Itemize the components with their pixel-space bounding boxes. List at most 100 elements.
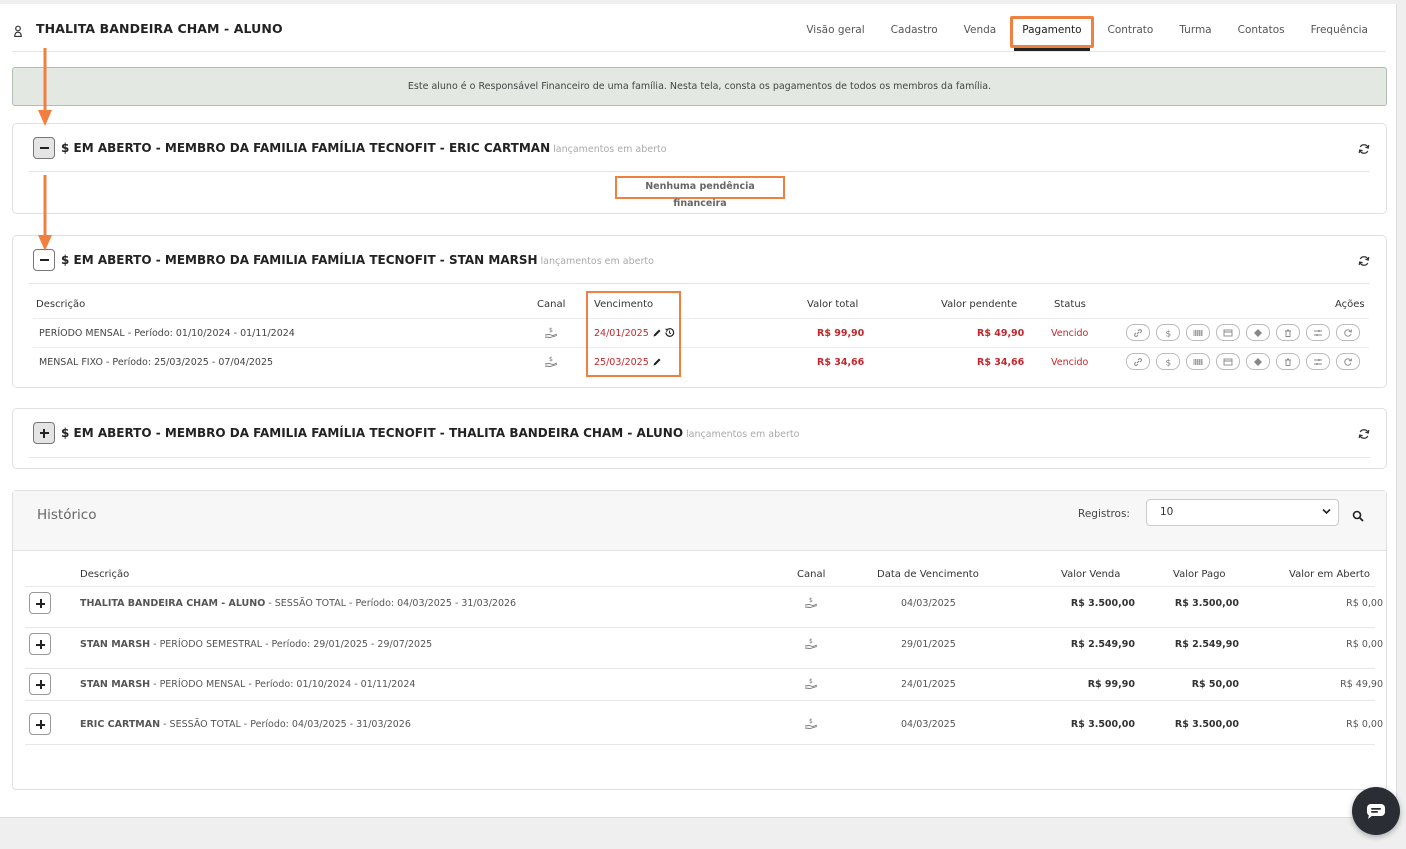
adjust-button[interactable]: [1306, 324, 1330, 341]
table-row: ERIC CARTMAN - SESSÃO TOTAL - Período: 0…: [25, 700, 1383, 745]
hand-money-icon: $: [804, 678, 818, 689]
tab-bar: Visão geral Cadastro Venda Pagamento Con…: [788, 16, 1376, 51]
col-descricao: Descrição: [80, 569, 130, 580]
registros-value: 10: [1160, 506, 1174, 518]
hand-money-icon: $: [804, 718, 818, 729]
link-button[interactable]: [1126, 324, 1150, 341]
registros-select[interactable]: 10: [1146, 499, 1339, 526]
row-descricao: PERÍODO MENSAL - Período: 01/10/2024 - 0…: [39, 328, 295, 339]
tab-turma[interactable]: Turma: [1171, 18, 1219, 42]
expand-row-button[interactable]: [29, 592, 51, 614]
row-valor-total: R$ 34,66: [817, 357, 865, 368]
expand-button[interactable]: [33, 422, 55, 444]
row-nome: STAN MARSH: [80, 639, 151, 650]
tab-visao-geral[interactable]: Visão geral: [798, 18, 872, 42]
expand-row-button[interactable]: [29, 633, 51, 655]
row-aberto: R$ 49,90: [1340, 679, 1383, 690]
row-nome: THALITA BANDEIRA CHAM - ALUNO: [80, 598, 266, 609]
expand-row-button[interactable]: [29, 673, 51, 695]
svg-text:$: $: [809, 718, 813, 725]
col-acoes: Ações: [1335, 299, 1365, 310]
panel-subtitle: lançamentos em aberto: [553, 144, 667, 155]
row-pago: R$ 3.500,00: [1174, 598, 1239, 609]
plus-icon-vertical: [39, 599, 42, 608]
refresh-icon: [1344, 357, 1352, 366]
boleto-button[interactable]: [1186, 353, 1210, 370]
panel-header: $ EM ABERTO - MEMBRO DA FAMILIA FAMÍLIA …: [29, 124, 1370, 172]
refresh-icon[interactable]: [1358, 428, 1370, 440]
card-button[interactable]: [1216, 324, 1240, 341]
search-icon[interactable]: [1352, 510, 1364, 522]
row-descricao: STAN MARSH - PERÍODO MENSAL - Período: 0…: [80, 679, 415, 690]
col-valor-pendente: Valor pendente: [941, 299, 1018, 310]
barcode-icon: [1193, 358, 1203, 365]
highlight-box: [586, 291, 681, 377]
expand-row-button[interactable]: [29, 713, 51, 735]
row-detalhe: - SESSÃO TOTAL - Período: 04/03/2025 - 3…: [265, 598, 517, 609]
pix-icon: [1254, 357, 1262, 366]
renew-button[interactable]: [1336, 324, 1360, 341]
credit-card-icon: [1223, 329, 1233, 336]
tab-pagamento[interactable]: Pagamento: [1010, 16, 1094, 51]
history-title: Histórico: [37, 507, 97, 523]
svg-text:$: $: [809, 638, 813, 645]
row-pago: R$ 50,00: [1191, 679, 1239, 690]
pay-cash-button[interactable]: $: [1156, 324, 1180, 341]
tab-venda[interactable]: Venda: [956, 18, 1005, 42]
svg-text:$: $: [549, 356, 553, 363]
row-descricao: STAN MARSH - PERÍODO SEMESTRAL - Período…: [80, 639, 432, 650]
renew-button[interactable]: [1336, 353, 1360, 370]
boleto-button[interactable]: [1186, 324, 1210, 341]
row-data: 04/03/2025: [901, 719, 956, 730]
col-valor-pago: Valor Pago: [1173, 569, 1226, 580]
user-icon: [14, 25, 22, 37]
col-status: Status: [1054, 299, 1086, 310]
barcode-icon: [1193, 329, 1203, 336]
pay-cash-button[interactable]: $: [1156, 353, 1180, 370]
row-aberto: R$ 0,00: [1346, 639, 1383, 650]
card-button[interactable]: [1216, 353, 1240, 370]
row-pago: R$ 3.500,00: [1174, 719, 1239, 730]
collapse-button[interactable]: [33, 137, 55, 159]
tab-frequencia[interactable]: Frequência: [1303, 18, 1376, 42]
svg-text:$: $: [1166, 358, 1172, 367]
annotation-arrow: [38, 175, 52, 251]
history-panel: Histórico Registros: 10 Descrição Canal …: [12, 490, 1387, 790]
link-button[interactable]: [1126, 353, 1150, 370]
panel-stan-marsh: $ EM ABERTO - MEMBRO DA FAMILIA FAMÍLIA …: [12, 235, 1387, 388]
tab-contrato[interactable]: Contrato: [1100, 18, 1162, 42]
minus-icon: [39, 146, 49, 150]
chat-icon: [1367, 804, 1385, 819]
svg-text:$: $: [809, 597, 813, 604]
student-name: THALITA BANDEIRA CHAM - ALUNO: [36, 21, 283, 36]
row-descricao: MENSAL FIXO - Período: 25/03/2025 - 07/0…: [39, 357, 274, 368]
row-venda: R$ 3.500,00: [1070, 719, 1135, 730]
pix-button[interactable]: [1246, 324, 1270, 341]
col-data-vencimento: Data de Vencimento: [877, 569, 979, 580]
row-aberto: R$ 0,00: [1346, 598, 1383, 609]
plus-icon-vertical: [42, 428, 46, 438]
student-header: THALITA BANDEIRA CHAM - ALUNO Visão gera…: [12, 4, 1386, 52]
row-venda: R$ 2.549,90: [1070, 639, 1135, 650]
dollar-icon: $: [1166, 358, 1172, 367]
refresh-icon[interactable]: [1358, 255, 1370, 267]
hand-money-icon: $: [544, 327, 558, 338]
row-detalhe: - SESSÃO TOTAL - Período: 04/03/2025 - 3…: [160, 719, 411, 730]
chat-button[interactable]: [1352, 787, 1400, 835]
panel-title: $ EM ABERTO - MEMBRO DA FAMILIA FAMÍLIA …: [61, 253, 654, 267]
pix-button[interactable]: [1246, 353, 1270, 370]
adjust-button[interactable]: [1306, 353, 1330, 370]
refresh-icon[interactable]: [1358, 143, 1370, 155]
delete-button[interactable]: [1276, 353, 1300, 370]
history-header: Histórico Registros: 10: [13, 491, 1386, 551]
plus-icon-vertical: [39, 640, 42, 649]
panel-title-text: $ EM ABERTO - MEMBRO DA FAMILIA FAMÍLIA …: [61, 253, 538, 267]
no-pending-message: Nenhuma pendência financeira: [615, 176, 785, 209]
credit-card-icon: [1223, 358, 1233, 365]
row-nome: ERIC CARTMAN: [80, 719, 161, 730]
row-data: 24/01/2025: [901, 679, 956, 690]
tab-contatos[interactable]: Contatos: [1230, 18, 1293, 42]
row-actions: $: [1126, 353, 1366, 370]
tab-cadastro[interactable]: Cadastro: [883, 18, 946, 42]
delete-button[interactable]: [1276, 324, 1300, 341]
